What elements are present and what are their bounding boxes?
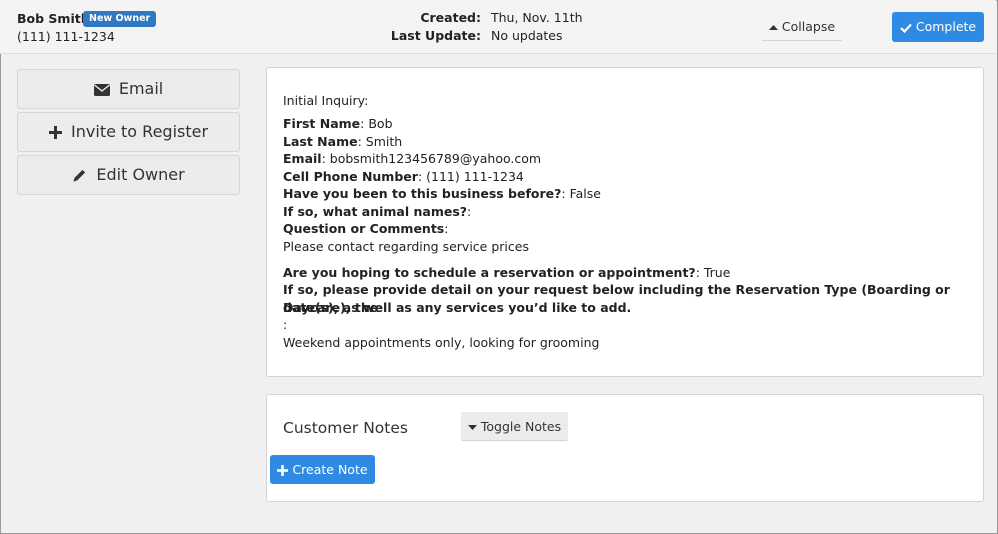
edit-owner-button[interactable]: Edit Owner	[17, 155, 240, 195]
comments-value: Please contact regarding service prices	[283, 238, 529, 254]
collapse-button[interactable]: Collapse	[762, 13, 842, 41]
visited-before-row: Have you been to this business before?: …	[283, 185, 601, 203]
customer-notes-title: Customer Notes	[283, 419, 408, 437]
email-value: : bobsmith123456789@yahoo.com	[321, 151, 542, 166]
reservation-row: Are you hoping to schedule a reservation…	[283, 264, 730, 282]
email-button[interactable]: Email	[17, 69, 240, 109]
invite-label: Invite to Register	[71, 122, 209, 141]
detail-label-line-2: date(s), as well as any services you’d l…	[283, 299, 631, 317]
detail-label-text-2: date(s), as well as any services you’d l…	[283, 299, 632, 315]
created-value: Thu, Nov. 11th	[490, 10, 583, 25]
animal-names-row: If so, what animal names?:	[283, 203, 471, 221]
collapse-label: Collapse	[781, 19, 836, 34]
animal-names-label: If so, what animal names?	[283, 203, 468, 219]
plus-icon	[48, 113, 62, 151]
plus-icon	[277, 462, 292, 477]
cell-phone-row: Cell Phone Number: (111) 111-1234	[283, 168, 524, 186]
inquiry-title: Initial Inquiry:	[283, 93, 369, 108]
comments-colon: :	[444, 221, 449, 236]
created-row: Created: Thu, Nov. 11th	[409, 10, 583, 25]
complete-label: Complete	[915, 19, 977, 34]
email-label-field: Email	[283, 151, 322, 166]
invite-to-register-button[interactable]: Invite to Register	[17, 112, 240, 152]
email-label: Email	[118, 79, 164, 98]
reservation-label: Are you hoping to schedule a reservation…	[283, 264, 696, 280]
last-update-value: No updates	[490, 28, 563, 43]
email-row: Email: bobsmith123456789@yahoo.com	[283, 150, 541, 168]
first-name-label: First Name	[283, 116, 361, 131]
owner-header: Bob Smith New Owner (111) 111-1234 Creat…	[0, 0, 996, 54]
toggle-notes-button[interactable]: Toggle Notes	[461, 412, 568, 441]
toggle-notes-label: Toggle Notes	[480, 419, 562, 434]
visited-before-label: Have you been to this business before?	[283, 186, 562, 201]
owner-phone: (111) 111-1234	[17, 29, 115, 44]
last-name-label: Last Name	[283, 133, 358, 149]
first-name-value: : Bob	[360, 116, 393, 131]
first-name-row: First Name: Bob	[283, 115, 393, 133]
pencil-icon	[72, 156, 87, 194]
cell-phone-label: Cell Phone Number	[283, 168, 418, 184]
detail-colon: :	[283, 317, 288, 332]
customer-notes-panel	[266, 394, 984, 502]
edit-owner-label: Edit Owner	[96, 165, 185, 184]
create-note-label: Create Note	[292, 462, 368, 477]
created-label: Created:	[420, 10, 481, 25]
visited-before-value: : False	[561, 186, 601, 201]
cell-phone-value: : (111) 111-1234	[417, 168, 524, 184]
last-name-value: : Smith	[357, 133, 403, 149]
comments-row: Question or Comments:	[283, 220, 448, 238]
last-update-row: Last Update: No updates	[391, 28, 563, 43]
new-owner-badge: New Owner	[83, 11, 157, 27]
last-update-label: Last Update:	[390, 28, 481, 43]
complete-button[interactable]: Complete	[892, 12, 984, 42]
detail-value: Weekend appointments only, looking for g…	[283, 334, 600, 350]
envelope-icon	[93, 70, 110, 108]
comments-label: Question or Comments	[283, 221, 445, 236]
animal-names-value: :	[467, 203, 472, 219]
last-name-row: Last Name: Smith	[283, 133, 402, 151]
check-icon	[900, 19, 916, 34]
caret-down-icon	[467, 419, 481, 434]
caret-up-icon	[768, 19, 782, 34]
create-note-button[interactable]: Create Note	[270, 455, 375, 484]
owner-name: Bob Smith	[17, 11, 90, 26]
reservation-value: : True	[695, 264, 731, 280]
